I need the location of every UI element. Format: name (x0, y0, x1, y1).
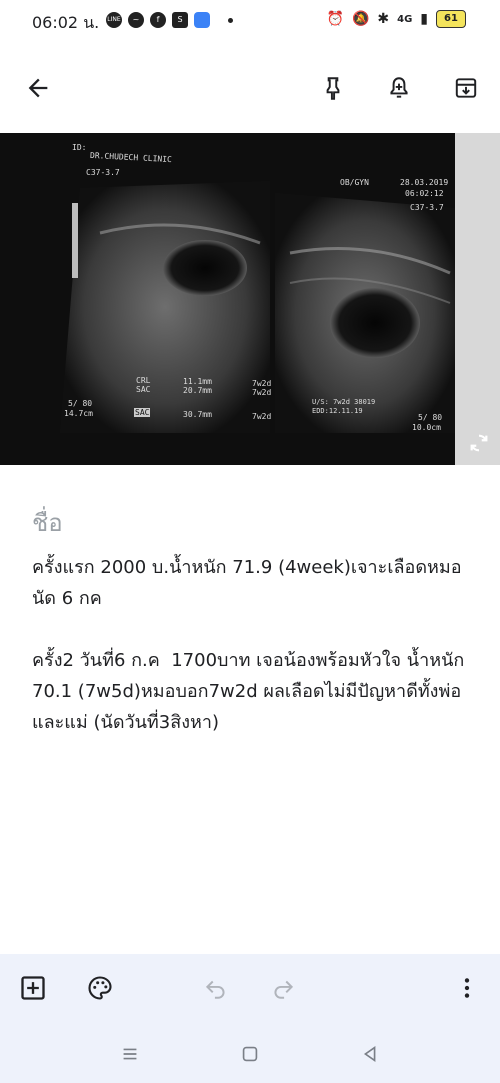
notification-icons: LINE ~ f S (106, 12, 233, 28)
probe-right-label: C37-3.7 (410, 203, 444, 212)
network-type: 4G (397, 13, 413, 25)
app-icon (194, 12, 210, 28)
pin-icon (326, 77, 340, 100)
archive-button[interactable] (450, 72, 482, 104)
edd-line: EDD:12.11.19 (312, 407, 363, 415)
undo-button[interactable] (200, 972, 232, 1004)
status-bar: 06:02 น. LINE ~ f S ⏰ 🔕 ✱ 4G ▮ 61 (0, 0, 500, 42)
probe-label: C37-3.7 (86, 168, 120, 177)
ga3-value: 7w2d (252, 412, 272, 421)
palette-button[interactable] (84, 972, 116, 1004)
signal-icon: ▮ (420, 11, 428, 27)
id-label: ID: (72, 143, 87, 152)
system-nav-bar (0, 1022, 500, 1083)
system-icons: ⏰ 🔕 ✱ 4G ▮ 61 (326, 10, 466, 28)
undo-icon (205, 980, 225, 999)
sac-value: 20.7mm (183, 386, 212, 395)
archive-icon (455, 78, 477, 98)
facebook-icon: f (150, 12, 166, 28)
crl-label: CRL (136, 376, 151, 385)
battery-indicator: 61 (436, 10, 466, 28)
back-triangle-icon (363, 1045, 376, 1063)
ultrasound-image[interactable]: DR.CHUDECH CLINIC ID: C37-3.7 OB/GYN 28.… (0, 133, 500, 465)
more-notifications-dot (228, 17, 233, 23)
shopee-icon: S (172, 12, 188, 28)
messenger-icon: ~ (128, 12, 144, 28)
redo-icon (274, 980, 294, 999)
note-toolbar (0, 60, 500, 116)
line-icon: LINE (106, 12, 122, 28)
add-box-icon (21, 976, 45, 1000)
home-icon (242, 1046, 258, 1062)
mute-icon: 🔕 (351, 11, 370, 27)
more-vert-icon (464, 978, 470, 998)
mode-label: OB/GYN (340, 178, 369, 187)
back-button[interactable] (22, 72, 54, 104)
ga1-value: 7w2d (252, 379, 272, 388)
palette-icon (88, 976, 112, 1000)
sac2-label: SAC (134, 408, 151, 417)
note-body-text[interactable]: ครั้งแรก 2000 บ.น้ำหนัก 71.9 (4week)เจาะ… (32, 552, 472, 738)
status-time: 06:02 น. (32, 13, 100, 32)
sac-label: SAC (136, 385, 151, 394)
depth-right-cm: 10.0cm (412, 423, 441, 432)
note-title-input[interactable]: ชื่อ (32, 503, 63, 542)
rotate-image-button[interactable] (466, 430, 492, 456)
depth-left: 5/ 80 (68, 399, 93, 408)
nav-back-button[interactable] (356, 1040, 384, 1068)
wifi-icon: ✱ (377, 11, 390, 27)
alarm-icon: ⏰ (326, 11, 344, 27)
time-label: 06:02:12 (405, 189, 444, 198)
bell-plus-icon (390, 77, 408, 98)
reminder-button[interactable] (383, 72, 415, 104)
home-button[interactable] (236, 1040, 264, 1068)
bottom-action-bar (0, 954, 500, 1022)
add-button[interactable] (17, 972, 49, 1004)
more-options-button[interactable] (451, 972, 483, 1004)
arrow-left-icon (28, 78, 48, 98)
depth-left-cm: 14.7cm (64, 409, 93, 418)
sac2-value: 30.7mm (183, 410, 212, 419)
rotate-icon (470, 434, 488, 452)
us-line: U/S: 7w2d 38019 (312, 398, 376, 406)
recents-button[interactable] (116, 1040, 144, 1068)
redo-button[interactable] (267, 972, 299, 1004)
crl-value: 11.1mm (183, 377, 212, 386)
depth-right: 5/ 80 (418, 413, 443, 422)
recents-icon (123, 1048, 137, 1060)
date-label: 28.03.2019 (400, 178, 449, 187)
ga2-value: 7w2d (252, 388, 272, 397)
pin-button[interactable] (317, 72, 349, 104)
